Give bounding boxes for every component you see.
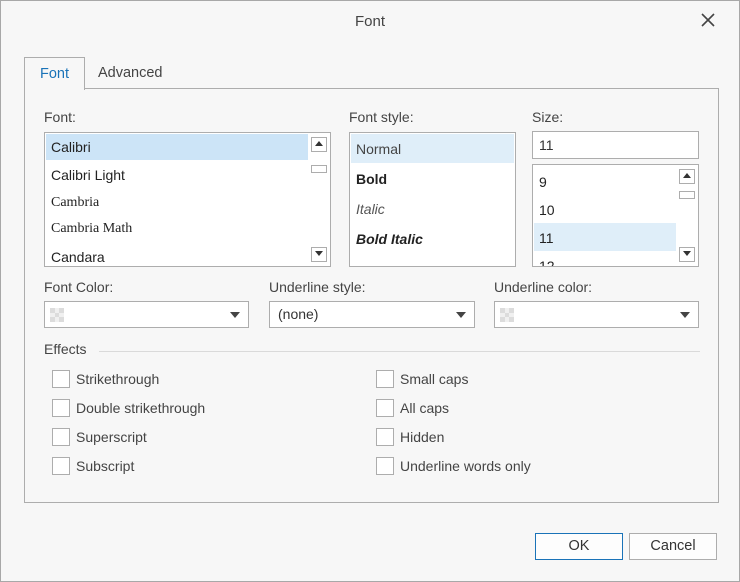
size-input[interactable]: 11 [532, 131, 699, 159]
font-list-item[interactable]: Calibri [46, 134, 308, 160]
font-style-item[interactable]: Italic [351, 194, 514, 223]
font-color-label: Font Color: [44, 279, 114, 295]
size-list-item[interactable]: 12 [534, 251, 676, 266]
tab-font[interactable]: Font [24, 57, 85, 90]
checkbox-label: Subscript [76, 458, 135, 474]
checkbox-label: Hidden [400, 429, 445, 445]
underline-style-label: Underline style: [269, 279, 366, 295]
font-list-scrollbar[interactable] [309, 134, 329, 265]
scroll-down-button[interactable] [679, 247, 695, 262]
font-style-label: Font style: [349, 109, 414, 125]
effects-divider [99, 351, 700, 352]
font-dialog: Font Font Advanced Font: Calibri Calibri… [0, 0, 740, 582]
size-list-scrollbar[interactable] [677, 166, 697, 265]
font-style-item[interactable]: Bold [351, 164, 514, 193]
checkbox-label: Small caps [400, 371, 469, 387]
checkbox-box[interactable] [52, 370, 70, 388]
size-list-item[interactable]: 11 [534, 223, 676, 251]
font-list-item[interactable]: Calibri Light [46, 162, 308, 188]
checkbox-box[interactable] [376, 370, 394, 388]
chevron-down-icon [230, 312, 240, 318]
arrow-up-icon [683, 173, 691, 178]
color-swatch-icon [500, 308, 514, 322]
arrow-up-icon [315, 141, 323, 146]
scroll-down-button[interactable] [311, 247, 327, 262]
underline-color-label: Underline color: [494, 279, 593, 295]
ok-button[interactable]: OK [535, 533, 623, 560]
font-list-item[interactable]: Candara [46, 244, 308, 266]
chevron-down-icon [456, 312, 466, 318]
size-list-item[interactable]: 10 [534, 195, 676, 223]
underline-style-value: (none) [278, 306, 319, 322]
font-listbox[interactable]: Calibri Calibri Light Cambria Cambria Ma… [44, 132, 331, 267]
checkbox-box[interactable] [376, 457, 394, 475]
font-label: Font: [44, 109, 76, 125]
checkbox-box[interactable] [376, 399, 394, 417]
checkbox-label: All caps [400, 400, 450, 416]
size-listbox[interactable]: 9 10 11 12 [532, 164, 699, 267]
arrow-down-icon [315, 251, 323, 256]
font-tab-panel: Font: Calibri Calibri Light Cambria Camb… [24, 88, 719, 503]
chevron-down-icon [680, 312, 690, 318]
arrow-down-icon [683, 251, 691, 256]
checkbox-box[interactable] [52, 457, 70, 475]
close-icon [701, 13, 715, 27]
font-style-item[interactable]: Normal [351, 134, 514, 163]
checkbox-label: Superscript [76, 429, 147, 445]
close-button[interactable] [697, 9, 719, 31]
scroll-up-button[interactable] [311, 137, 327, 152]
scroll-up-button[interactable] [679, 169, 695, 184]
scroll-thumb[interactable] [311, 165, 327, 173]
size-label: Size: [532, 109, 564, 125]
checkbox-box[interactable] [52, 428, 70, 446]
color-swatch-icon [50, 308, 64, 322]
font-style-listbox[interactable]: Normal Bold Italic Bold Italic [349, 132, 516, 267]
underline-color-dropdown[interactable] [494, 301, 699, 328]
checkbox-box[interactable] [52, 399, 70, 417]
font-list-item[interactable]: Cambria [46, 190, 308, 216]
font-style-item[interactable]: Bold Italic [351, 224, 514, 253]
effects-label: Effects [44, 341, 87, 357]
scroll-thumb[interactable] [679, 191, 695, 199]
underline-style-dropdown[interactable]: (none) [269, 301, 475, 328]
cancel-button[interactable]: Cancel [629, 533, 717, 560]
checkbox-label: Underline words only [400, 458, 531, 474]
checkbox-label: Strikethrough [76, 371, 160, 387]
font-color-dropdown[interactable] [44, 301, 249, 328]
checkbox-box[interactable] [376, 428, 394, 446]
checkbox-label: Double strikethrough [76, 400, 206, 416]
dialog-title: Font [354, 13, 385, 30]
tab-advanced[interactable]: Advanced [98, 57, 163, 88]
font-list-item[interactable]: Cambria Math [46, 216, 308, 242]
size-list-item[interactable]: 9 [534, 167, 676, 195]
